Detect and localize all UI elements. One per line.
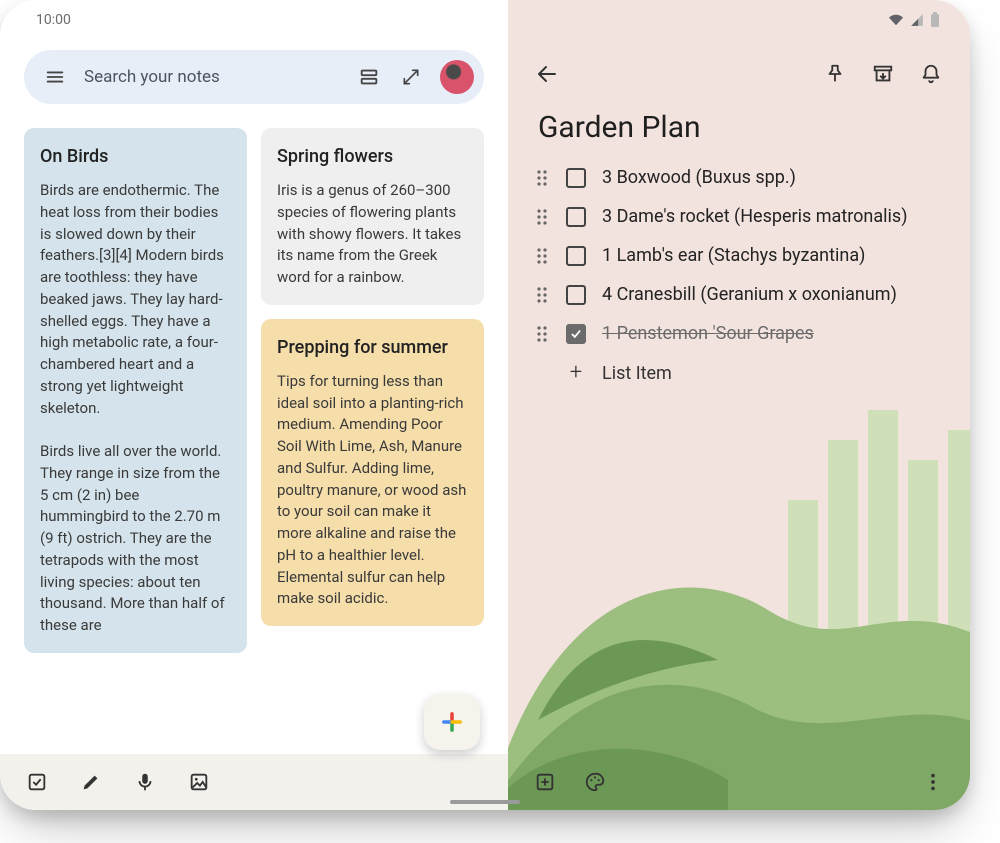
drag-handle-icon[interactable] — [534, 286, 550, 304]
notes-list-pane: Search your notes On Birds Birds are end… — [0, 0, 508, 810]
note-title: On Birds — [40, 144, 231, 170]
wifi-icon — [888, 13, 904, 27]
checkbox[interactable] — [566, 168, 586, 188]
checkbox[interactable] — [566, 285, 586, 305]
note-card-summer[interactable]: Prepping for summer Tips for turning les… — [261, 319, 484, 626]
checklist-item[interactable]: 4 Cranesbill (Geranium x oxonianum) — [528, 278, 950, 311]
background-illustration — [508, 380, 970, 810]
new-image-icon[interactable] — [186, 769, 212, 795]
checklist-item[interactable]: 1 Lamb's ear (Stachys byzantina) — [528, 239, 950, 272]
reminder-icon[interactable] — [918, 61, 944, 87]
checklist-item[interactable]: 3 Boxwood (Buxus spp.) — [528, 161, 950, 194]
drag-handle-icon[interactable] — [534, 325, 550, 343]
more-icon[interactable] — [920, 769, 946, 795]
drag-handle-icon[interactable] — [534, 169, 550, 187]
new-checklist-icon[interactable] — [24, 769, 50, 795]
add-item-label: List Item — [602, 363, 672, 384]
new-note-fab[interactable] — [424, 694, 480, 750]
archive-icon[interactable] — [870, 61, 896, 87]
new-audio-icon[interactable] — [132, 769, 158, 795]
note-card-birds[interactable]: On Birds Birds are endothermic. The heat… — [24, 128, 247, 653]
pin-icon[interactable] — [822, 61, 848, 87]
new-drawing-icon[interactable] — [78, 769, 104, 795]
add-list-item[interactable]: + List Item — [528, 356, 950, 390]
battery-icon — [930, 12, 940, 28]
avatar[interactable] — [440, 60, 474, 94]
view-toggle-icon[interactable] — [356, 64, 382, 90]
checklist: 3 Boxwood (Buxus spp.) 3 Dame's rocket (H… — [508, 161, 970, 390]
plus-icon: + — [566, 362, 586, 384]
checkbox[interactable] — [566, 246, 586, 266]
left-toolbar — [0, 754, 508, 810]
back-icon[interactable] — [534, 61, 560, 87]
checklist-label: 3 Boxwood (Buxus spp.) — [602, 167, 796, 188]
checklist-label: 1 Penstemon 'Sour Grapes — [602, 323, 814, 344]
drag-handle-icon[interactable] — [534, 208, 550, 226]
checklist-item[interactable]: 1 Penstemon 'Sour Grapes — [528, 317, 950, 350]
note-detail-pane: Garden Plan 3 Boxwood (Buxus spp.) 3 Dame… — [508, 0, 970, 810]
menu-icon[interactable] — [42, 64, 68, 90]
signal-icon — [910, 13, 924, 27]
status-time: 10:00 — [36, 12, 71, 28]
add-content-icon[interactable] — [532, 769, 558, 795]
note-body: Birds live all over the world. They rang… — [40, 441, 231, 637]
drag-handle-icon[interactable] — [534, 247, 550, 265]
home-indicator[interactable] — [450, 800, 520, 804]
palette-icon[interactable] — [582, 769, 608, 795]
checkbox[interactable] — [566, 207, 586, 227]
search-bar[interactable]: Search your notes — [24, 50, 484, 104]
search-placeholder: Search your notes — [84, 67, 340, 87]
checkbox[interactable] — [566, 324, 586, 344]
note-body: Birds are endothermic. The heat loss fro… — [40, 180, 231, 419]
note-card-spring[interactable]: Spring flowers Iris is a genus of 260–30… — [261, 128, 484, 305]
status-icons — [888, 12, 940, 28]
note-title: Prepping for summer — [277, 335, 468, 361]
note-body: Iris is a genus of 260–300 species of fl… — [277, 180, 468, 289]
note-body: Tips for turning less than ideal soil in… — [277, 371, 468, 610]
detail-title[interactable]: Garden Plan — [508, 104, 970, 161]
expand-icon[interactable] — [398, 64, 424, 90]
note-title: Spring flowers — [277, 144, 468, 170]
checklist-label: 3 Dame's rocket (Hesperis matronalis) — [602, 206, 907, 227]
checklist-label: 1 Lamb's ear (Stachys byzantina) — [602, 245, 865, 266]
checklist-item[interactable]: 3 Dame's rocket (Hesperis matronalis) — [528, 200, 950, 233]
checklist-label: 4 Cranesbill (Geranium x oxonianum) — [602, 284, 897, 305]
